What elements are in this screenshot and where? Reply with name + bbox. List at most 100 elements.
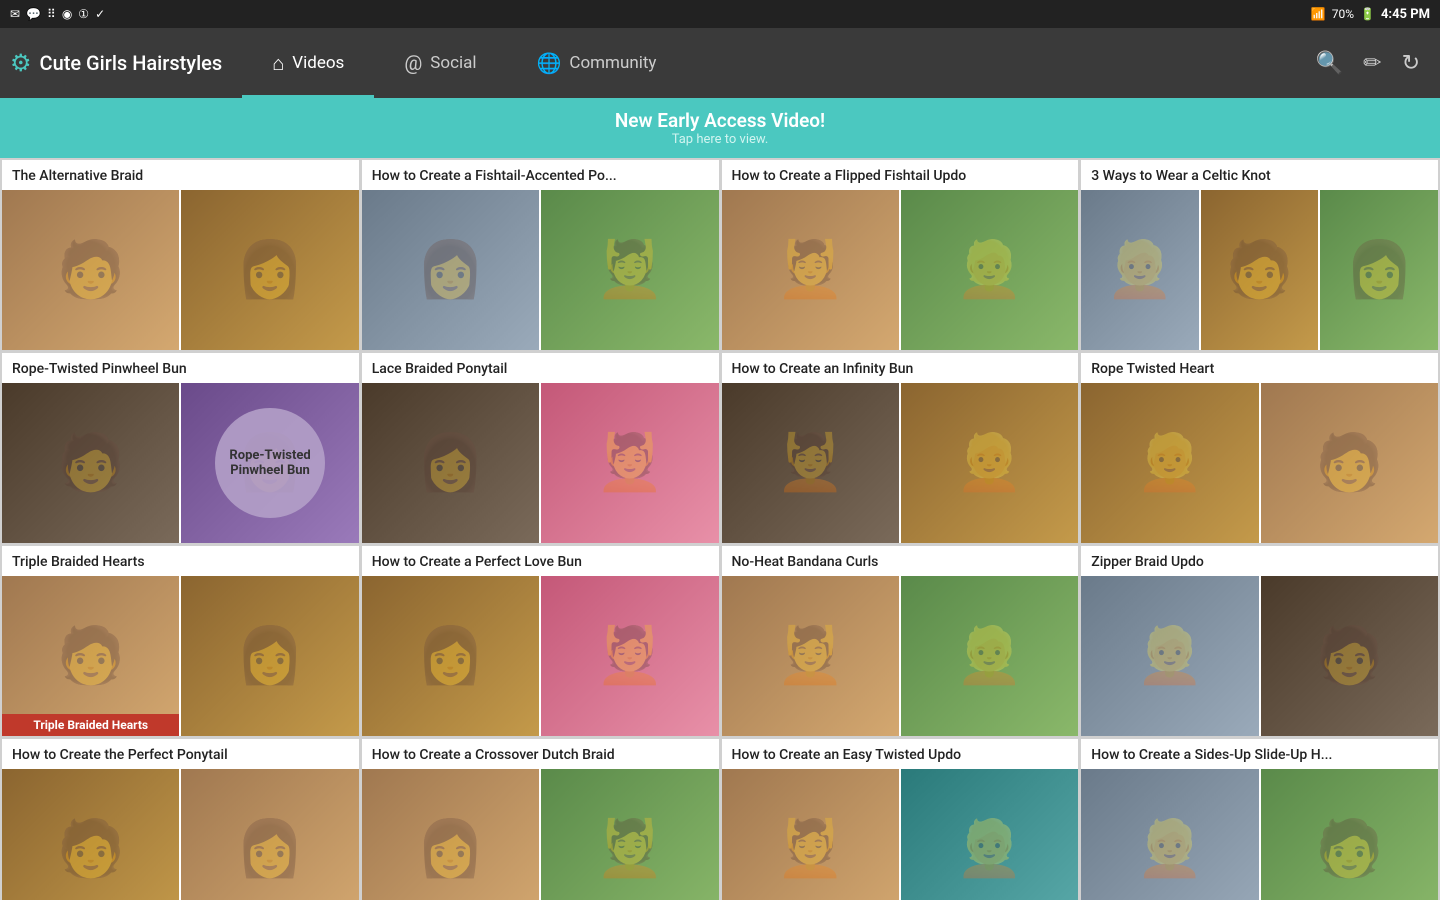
card-image: 👩Rope-Twisted Pinwheel Bun xyxy=(179,383,358,543)
card-image: 👱 xyxy=(899,576,1078,736)
video-card[interactable]: Lace Braided Ponytail👩💆 xyxy=(362,353,719,543)
video-card[interactable]: No-Heat Bandana Curls💆👱 xyxy=(722,546,1079,736)
card-image: 👱 xyxy=(1081,576,1258,736)
app-name: Cute Girls Hairstyles xyxy=(40,51,223,75)
card-images: 👩💆 xyxy=(362,383,719,543)
video-card[interactable]: Rope Twisted Heart👱🧑 xyxy=(1081,353,1438,543)
tab-community[interactable]: 🌐 Community xyxy=(506,28,686,98)
card-images: 👱🧑 xyxy=(1081,769,1438,900)
card-title: How to Create a Flipped Fishtail Updo xyxy=(722,160,1079,190)
circle-icon: ◉ xyxy=(62,7,72,21)
video-card[interactable]: Rope-Twisted Pinwheel Bun🧑👩Rope-Twisted … xyxy=(2,353,359,543)
card-image: 👩 xyxy=(179,576,358,736)
card-image: 💆 xyxy=(539,576,718,736)
card-image: 👱 xyxy=(899,190,1078,350)
card-image: 👱 xyxy=(899,383,1078,543)
status-bar: ✉ 💬 ⠿ ◉ ① ✓ 📶 70% 🔋 4:45 PM xyxy=(0,0,1440,28)
app-logo: ⚙ Cute Girls Hairstyles xyxy=(10,49,222,77)
video-card[interactable]: How to Create a Fishtail-Accented Po...👩… xyxy=(362,160,719,350)
card-title: How to Create an Easy Twisted Updo xyxy=(722,739,1079,769)
card-title: 3 Ways to Wear a Celtic Knot xyxy=(1081,160,1438,190)
battery-icon: 🔋 xyxy=(1360,7,1375,21)
card-image: 🧑Triple Braided Hearts xyxy=(2,576,179,736)
video-card[interactable]: The Alternative Braid🧑👩 xyxy=(2,160,359,350)
video-card[interactable]: Zipper Braid Updo👱🧑 xyxy=(1081,546,1438,736)
card-title: Rope-Twisted Pinwheel Bun xyxy=(2,353,359,383)
card-image: 💆 xyxy=(539,769,718,900)
card-images: 🧑👩 xyxy=(2,769,359,900)
sms-icon: 💬 xyxy=(26,7,41,21)
status-icons-right: 📶 70% 🔋 4:45 PM xyxy=(1311,7,1430,22)
card-images: 🧑👩 xyxy=(2,190,359,350)
video-card[interactable]: How to Create the Perfect Ponytail🧑👩 xyxy=(2,739,359,900)
card-image: 👩 xyxy=(179,769,358,900)
card-image: 🧑 xyxy=(2,190,179,350)
video-card[interactable]: How to Create a Sides-Up Slide-Up H...👱🧑 xyxy=(1081,739,1438,900)
video-card[interactable]: How to Create an Infinity Bun💆👱 xyxy=(722,353,1079,543)
card-image: 👩 xyxy=(362,190,539,350)
number-icon: ① xyxy=(78,7,89,21)
wifi-icon: 📶 xyxy=(1311,7,1326,21)
check-icon: ✓ xyxy=(95,7,105,21)
card-title: Rope Twisted Heart xyxy=(1081,353,1438,383)
community-tab-label: Community xyxy=(569,53,656,73)
nav-bar: ⚙ Cute Girls Hairstyles ⌂ Videos @ Socia… xyxy=(0,28,1440,98)
card-image: 💆 xyxy=(539,190,718,350)
status-icons-left: ✉ 💬 ⠿ ◉ ① ✓ xyxy=(10,7,105,21)
card-images: 👱🧑👩 xyxy=(1081,190,1438,350)
grid-icon: ⠿ xyxy=(47,7,56,21)
video-card[interactable]: Triple Braided Hearts🧑Triple Braided Hea… xyxy=(2,546,359,736)
card-image: 💆 xyxy=(722,190,899,350)
social-tab-icon: @ xyxy=(404,51,422,75)
card-title: How to Create an Infinity Bun xyxy=(722,353,1079,383)
tab-social[interactable]: @ Social xyxy=(374,28,506,98)
videos-tab-label: Videos xyxy=(292,53,344,73)
card-images: 👩💆 xyxy=(362,190,719,350)
video-card[interactable]: How to Create an Easy Twisted Updo💆👱 xyxy=(722,739,1079,900)
videos-tab-icon: ⌂ xyxy=(272,51,284,76)
card-image: 🧑 xyxy=(1259,576,1438,736)
card-images: 👱🧑 xyxy=(1081,383,1438,543)
early-access-banner[interactable]: New Early Access Video! Tap here to view… xyxy=(0,98,1440,158)
card-image: 🧑 xyxy=(2,383,179,543)
card-title: How to Create a Sides-Up Slide-Up H... xyxy=(1081,739,1438,769)
tab-videos[interactable]: ⌂ Videos xyxy=(242,28,374,98)
video-grid-container: The Alternative Braid🧑👩How to Create a F… xyxy=(0,158,1440,900)
card-image: 👩 xyxy=(362,383,539,543)
banner-subtitle: Tap here to view. xyxy=(672,132,769,147)
card-image: 👱 xyxy=(1081,769,1258,900)
card-circle-overlay: Rope-Twisted Pinwheel Bun xyxy=(215,408,325,518)
edit-button[interactable]: ✏ xyxy=(1363,50,1381,76)
card-title: How to Create a Fishtail-Accented Po... xyxy=(362,160,719,190)
video-card[interactable]: How to Create a Perfect Love Bun👩💆 xyxy=(362,546,719,736)
video-card[interactable]: How to Create a Flipped Fishtail Updo💆👱 xyxy=(722,160,1079,350)
card-images: 👱🧑 xyxy=(1081,576,1438,736)
refresh-button[interactable]: ↻ xyxy=(1402,50,1420,76)
nav-actions: 🔍 ✏ ↻ xyxy=(1316,50,1430,76)
card-images: 🧑👩Rope-Twisted Pinwheel Bun xyxy=(2,383,359,543)
clock: 4:45 PM xyxy=(1381,7,1430,22)
card-title: Zipper Braid Updo xyxy=(1081,546,1438,576)
card-images: 💆👱 xyxy=(722,769,1079,900)
card-title: How to Create the Perfect Ponytail xyxy=(2,739,359,769)
card-image: 👱 xyxy=(1081,190,1199,350)
card-image: 💆 xyxy=(722,769,899,900)
card-image: 🧑 xyxy=(1259,383,1438,543)
card-image: 👱 xyxy=(1081,383,1258,543)
search-button[interactable]: 🔍 xyxy=(1316,50,1343,76)
card-title: How to Create a Perfect Love Bun xyxy=(362,546,719,576)
social-tab-label: Social xyxy=(430,53,476,73)
card-image: 💆 xyxy=(722,383,899,543)
card-images: 💆👱 xyxy=(722,576,1079,736)
card-image: 👩 xyxy=(362,576,539,736)
card-images: 👩💆 xyxy=(362,769,719,900)
card-image: 💆 xyxy=(722,576,899,736)
card-image: 👩 xyxy=(1318,190,1438,350)
card-title: Lace Braided Ponytail xyxy=(362,353,719,383)
video-card[interactable]: 3 Ways to Wear a Celtic Knot👱🧑👩 xyxy=(1081,160,1438,350)
card-image: 💆 xyxy=(539,383,718,543)
card-image: 👩 xyxy=(179,190,358,350)
battery-level: 70% xyxy=(1332,7,1354,21)
card-images: 🧑Triple Braided Hearts👩 xyxy=(2,576,359,736)
video-card[interactable]: How to Create a Crossover Dutch Braid👩💆 xyxy=(362,739,719,900)
